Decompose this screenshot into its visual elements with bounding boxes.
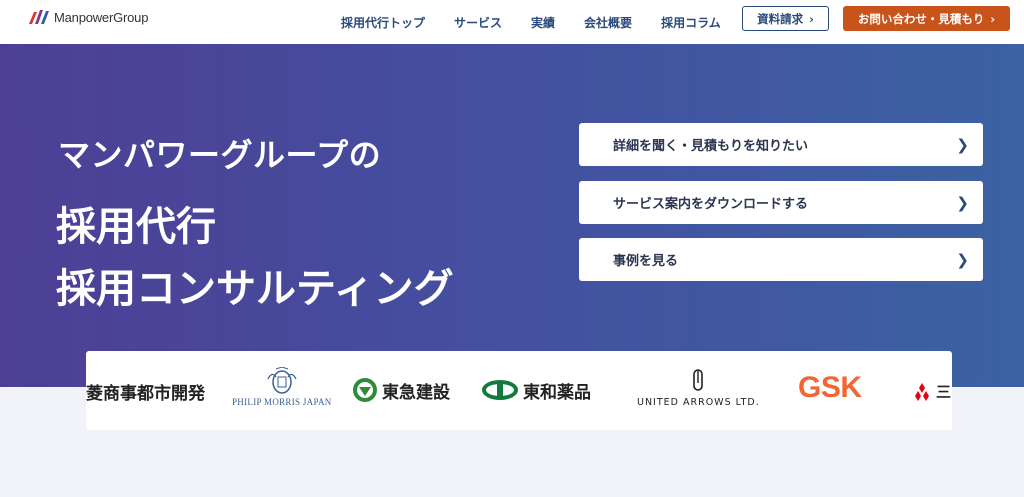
chevron-right-icon: ❯ [956,135,969,154]
logo-united-arrows: UNITED ARROWS LTD. [637,369,760,408]
chevron-right-icon: › [809,11,814,26]
logo-mitsubishi-partial: 三 [912,381,951,402]
logo-tokyu: 東急建設 [352,377,450,403]
main-nav: 採用代行トップ サービス 実績 会社概要 採用コラム [341,0,750,44]
logo-gsk: GSK [798,371,862,405]
chevron-right-icon: ❯ [956,193,969,212]
manpower-logo[interactable]: ManpowerGroup [28,9,148,25]
nav-results[interactable]: 実績 [531,14,555,31]
manpowergroup-mark-icon [29,10,49,24]
request-documents-label: 資料請求 [757,11,804,26]
cta-label: 詳細を聞く・見積もりを知りたい [613,139,809,154]
logo-philip-morris: PHILIP MORRIS JAPAN [232,367,332,407]
site-header: ManpowerGroup 採用代行トップ サービス 実績 会社概要 採用コラム… [0,0,1024,44]
logo-towa-text: 東和薬品 [523,382,591,403]
nav-company[interactable]: 会社概要 [584,14,632,31]
logo-united-arrows-text: UNITED ARROWS LTD. [637,397,760,408]
logo-gsk-text: GSK [798,371,862,404]
contact-estimate-label: お問い合わせ・見積もり [857,11,985,26]
nav-services[interactable]: サービス [454,14,502,31]
request-documents-button[interactable]: 資料請求 › [742,6,829,31]
cta-inquiry-estimate[interactable]: 詳細を聞く・見積もりを知りたい ❯ [579,123,983,166]
cta-label: 事例を見る [613,254,679,269]
hero-section: マンパワーグループの 採用代行 採用コンサルティング 詳細を聞く・見積もりを知り… [0,44,1024,387]
logo-mitsubishi-estate-text: 菱商事都市開発 [86,384,205,404]
philip-morris-crest-icon [267,367,297,394]
tokyu-mark-icon [353,378,377,402]
logo-mitsubishi-estate: 菱商事都市開発 [86,379,205,404]
cta-download-guide[interactable]: サービス案内をダウンロードする ❯ [579,181,983,224]
logo-mitsubishi-partial-text: 三 [936,383,952,401]
mitsubishi-diamonds-icon [915,382,929,401]
logo-towa: 東和薬品 [481,377,591,403]
logo-philip-morris-text: PHILIP MORRIS JAPAN [232,397,332,407]
contact-estimate-button[interactable]: お問い合わせ・見積もり › [843,6,1010,31]
chevron-right-icon: ❯ [956,250,969,269]
cta-label: サービス案内をダウンロードする [613,197,809,212]
client-logos-strip: 菱商事都市開発 PHILIP MORRIS JAPAN 東急建設 東和薬品 UN… [86,351,952,430]
nav-recruit-top[interactable]: 採用代行トップ [341,14,425,31]
logo-text: ManpowerGroup [54,9,149,25]
logo-tokyu-text: 東急建設 [382,382,450,403]
hero-subtitle: マンパワーグループの [58,136,382,174]
towa-mark-icon [482,380,518,400]
united-arrows-mark-icon [693,369,704,391]
hero-title-line1: 採用代行 [56,204,216,250]
cta-case-studies[interactable]: 事例を見る ❯ [579,238,983,281]
chevron-right-icon: › [990,11,996,26]
hero-title-line2: 採用コンサルティング [56,266,454,312]
nav-column[interactable]: 採用コラム [661,14,721,31]
